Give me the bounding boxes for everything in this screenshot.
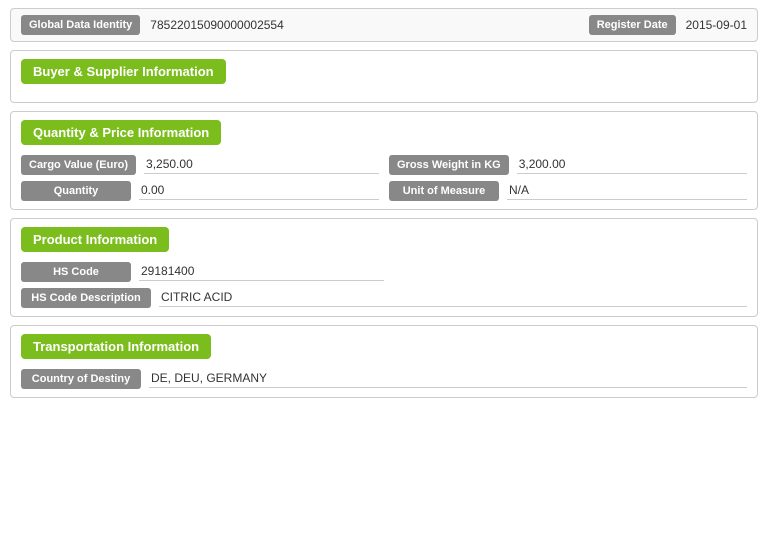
quantity-group: Quantity 0.00	[21, 181, 379, 201]
quantity-label: Quantity	[21, 181, 131, 201]
transportation-section: Transportation Information Country of De…	[10, 325, 758, 398]
hs-code-group: HS Code 29181400	[21, 262, 384, 282]
hs-code-desc-group: HS Code Description CITRIC ACID	[21, 288, 747, 308]
quantity-price-row-1: Cargo Value (Euro) 3,250.00 Gross Weight…	[21, 155, 747, 175]
unit-of-measure-value: N/A	[507, 183, 747, 200]
hs-code-desc-label: HS Code Description	[21, 288, 151, 308]
quantity-price-section: Quantity & Price Information Cargo Value…	[10, 111, 758, 210]
country-of-destiny-value: DE, DEU, GERMANY	[149, 371, 747, 388]
gross-weight-value: 3,200.00	[517, 157, 747, 174]
quantity-price-row-2: Quantity 0.00 Unit of Measure N/A	[21, 181, 747, 201]
register-date-label: Register Date	[589, 15, 676, 35]
global-data-value: 78522015090000002554	[150, 18, 588, 32]
buyer-supplier-header: Buyer & Supplier Information	[21, 59, 226, 84]
product-section: Product Information HS Code 29181400 HS …	[10, 218, 758, 317]
hs-code-desc-value: CITRIC ACID	[159, 290, 747, 307]
hs-code-value: 29181400	[139, 264, 384, 281]
unit-of-measure-group: Unit of Measure N/A	[389, 181, 747, 201]
product-row-1: HS Code 29181400	[21, 262, 747, 282]
hs-code-label: HS Code	[21, 262, 131, 282]
transportation-header: Transportation Information	[21, 334, 211, 359]
quantity-value: 0.00	[139, 183, 379, 200]
cargo-value-value: 3,250.00	[144, 157, 379, 174]
page-container: Global Data Identity 7852201509000000255…	[0, 0, 768, 414]
buyer-supplier-section: Buyer & Supplier Information	[10, 50, 758, 103]
product-row-2: HS Code Description CITRIC ACID	[21, 288, 747, 308]
quantity-price-header: Quantity & Price Information	[21, 120, 221, 145]
gross-weight-group: Gross Weight in KG 3,200.00	[389, 155, 747, 175]
country-of-destiny-label: Country of Destiny	[21, 369, 141, 389]
gross-weight-label: Gross Weight in KG	[389, 155, 509, 175]
register-date-value: 2015-09-01	[686, 18, 747, 32]
cargo-value-label: Cargo Value (Euro)	[21, 155, 136, 175]
global-data-label: Global Data Identity	[21, 15, 140, 35]
top-bar: Global Data Identity 7852201509000000255…	[10, 8, 758, 42]
cargo-value-group: Cargo Value (Euro) 3,250.00	[21, 155, 379, 175]
product-header: Product Information	[21, 227, 169, 252]
country-of-destiny-group: Country of Destiny DE, DEU, GERMANY	[21, 369, 747, 389]
transportation-row-1: Country of Destiny DE, DEU, GERMANY	[21, 369, 747, 389]
unit-of-measure-label: Unit of Measure	[389, 181, 499, 201]
